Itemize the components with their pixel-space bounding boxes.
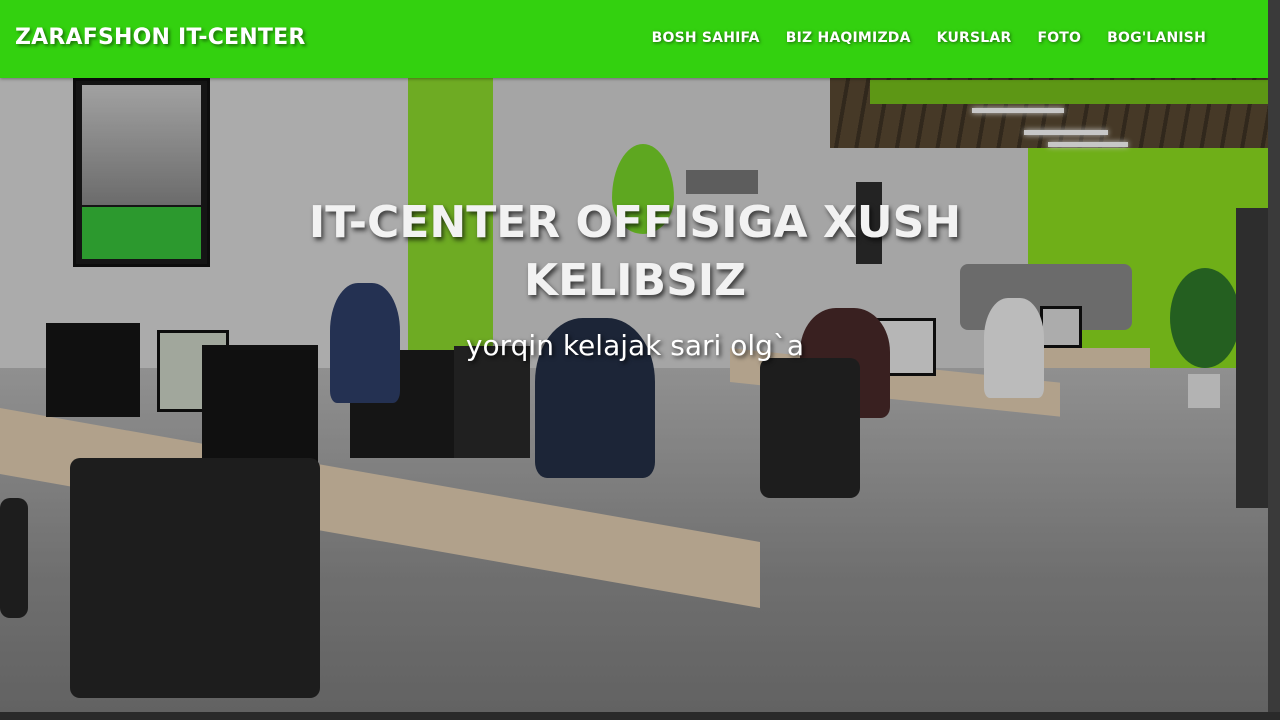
main-nav: BOSH SAHIFA BIZ HAQIMIZDA KURSLAR FOTO B… — [652, 30, 1206, 46]
window-bottom-edge — [0, 712, 1280, 720]
hero-subtitle: yorqin kelajak sari olg`a — [465, 329, 805, 362]
nav-link-about[interactable]: BIZ HAQIMIZDA — [786, 30, 911, 46]
hero-overlay — [0, 78, 1268, 712]
nav-link-contact[interactable]: BOG'LANISH — [1107, 30, 1206, 46]
hero-title: IT-CENTER OFFISIGA XUSH KELIBSIZ — [308, 197, 962, 306]
nav-link-courses[interactable]: KURSLAR — [937, 30, 1012, 46]
scrollbar[interactable] — [1268, 0, 1280, 720]
page: ZARAFSHON IT-CENTER BOSH SAHIFA BIZ HAQI… — [0, 0, 1268, 712]
hero-background-photo — [0, 78, 1268, 712]
nav-link-photos[interactable]: FOTO — [1037, 30, 1081, 46]
navbar: ZARAFSHON IT-CENTER BOSH SAHIFA BIZ HAQI… — [0, 0, 1268, 78]
nav-link-home[interactable]: BOSH SAHIFA — [652, 30, 760, 46]
brand-logo-link[interactable]: ZARAFSHON IT-CENTER — [15, 25, 305, 50]
